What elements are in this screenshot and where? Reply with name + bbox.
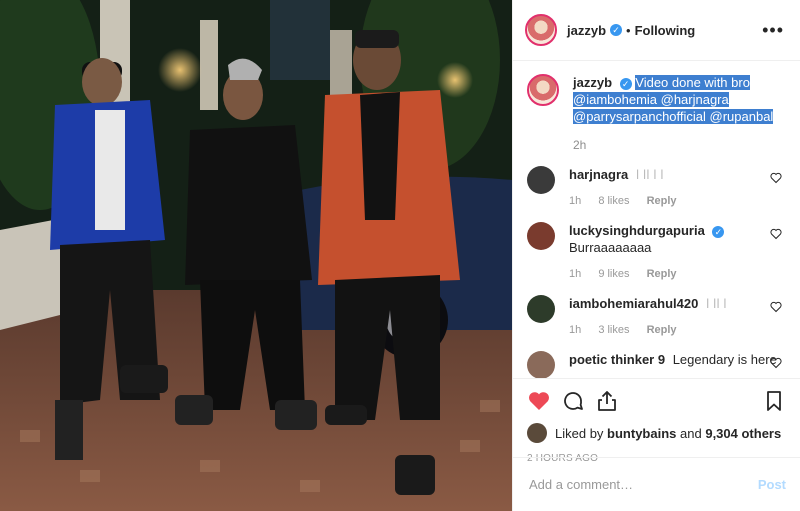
heart-filled-icon[interactable] (527, 389, 551, 413)
caption-text-line1: Video done with bro (635, 75, 750, 90)
comments-list[interactable]: jazzyb ✓ Video done with bro @iambohemia… (513, 60, 800, 378)
heart-outline-icon[interactable] (770, 228, 782, 240)
author-avatar[interactable] (525, 14, 557, 46)
caption-username[interactable]: jazzyb (573, 75, 612, 90)
header-separator: • (626, 22, 631, 38)
comment-likes[interactable]: 3 likes (598, 324, 629, 336)
heart-outline-icon[interactable] (770, 301, 782, 313)
add-comment-bar: Post (513, 457, 800, 511)
comment-item: iambohemiarahul420 ǀ ǀǀ ǀ 1h 3 likes Rep… (527, 295, 784, 339)
following-button[interactable]: Following (635, 23, 696, 38)
comment-age: 1h (569, 324, 582, 336)
post-actions: Liked by buntybains and 9,304 others 2 H… (513, 378, 800, 464)
comment-username[interactable]: luckysinghdurgapuria (569, 223, 705, 238)
reply-button[interactable]: Reply (647, 195, 677, 207)
caption-text-line2[interactable]: @iambohemia @harjnagra (573, 92, 729, 107)
comment-item: harjnagra ǀ ǀǀ ǀ ǀ 1h 8 likes Reply (527, 166, 784, 210)
comment-meta: 1h 9 likes Reply (569, 266, 784, 283)
comment-avatar[interactable] (527, 351, 555, 378)
verified-badge-icon: ✓ (610, 24, 623, 36)
comment-item: luckysinghdurgapuria ✓ Burraaaaaaaa 1h 9… (527, 222, 784, 283)
likes-summary: Liked by buntybains and 9,304 others (527, 423, 786, 443)
likes-prefix: Liked by (555, 425, 604, 441)
comment-likes[interactable]: 9 likes (598, 268, 629, 280)
comment-age: 1h (569, 195, 582, 207)
comment-username[interactable]: poetic thinker 9 (569, 352, 665, 367)
verified-badge-icon: ✓ (712, 225, 725, 238)
comment-avatar[interactable] (527, 222, 555, 250)
comment-meta: 1h 8 likes Reply (569, 193, 784, 210)
liker-username[interactable]: buntybains (607, 426, 676, 441)
heart-outline-icon[interactable] (770, 357, 782, 369)
comment-avatar[interactable] (527, 295, 555, 323)
verified-badge-icon: ✓ (619, 77, 632, 90)
instagram-post: jazzyb ✓ • Following ••• jazzyb ✓ Video … (0, 0, 800, 511)
post-photo-image (0, 0, 512, 511)
liker-avatar[interactable] (527, 423, 547, 443)
comment-text: ǀ ǀǀ ǀ (705, 296, 727, 311)
comment-age: 1h (569, 268, 582, 280)
reply-button[interactable]: Reply (647, 324, 677, 336)
likes-middle: and (680, 425, 702, 441)
caption-avatar[interactable] (527, 74, 559, 106)
comment-username[interactable]: iambohemiarahul420 (569, 296, 698, 311)
post-caption: jazzyb ✓ Video done with bro @iambohemia… (527, 74, 784, 154)
post-comment-button[interactable]: Post (758, 477, 786, 492)
caption-age: 2h (573, 138, 587, 152)
action-icons (527, 379, 786, 423)
comment-username[interactable]: harjnagra (569, 167, 628, 182)
add-comment-input[interactable] (527, 476, 758, 493)
comment-text: Burraaaaaaaa (569, 240, 652, 255)
comment-avatar[interactable] (527, 166, 555, 194)
comment-likes[interactable]: 8 likes (598, 195, 629, 207)
post-header: jazzyb ✓ • Following ••• (513, 0, 800, 61)
share-icon[interactable] (595, 389, 619, 413)
reply-button[interactable]: Reply (647, 268, 677, 280)
comment-item: poetic thinker 9 Legendary is here (527, 351, 784, 378)
likes-count[interactable]: 9,304 others (705, 426, 781, 441)
more-options-icon[interactable]: ••• (762, 20, 784, 41)
post-side-panel: jazzyb ✓ • Following ••• jazzyb ✓ Video … (512, 0, 800, 511)
comment-icon[interactable] (561, 389, 585, 413)
comment-text: ǀ ǀǀ ǀ ǀ (635, 167, 664, 182)
heart-outline-icon[interactable] (770, 172, 782, 184)
comment-text: Legendary is here (672, 352, 777, 367)
caption-text-line3[interactable]: @parrysarpanchofficial @rupanbal (573, 109, 774, 124)
post-photo[interactable] (0, 0, 512, 511)
comment-meta: 1h 3 likes Reply (569, 322, 784, 339)
bookmark-icon[interactable] (762, 389, 786, 413)
author-username[interactable]: jazzyb (567, 23, 606, 38)
